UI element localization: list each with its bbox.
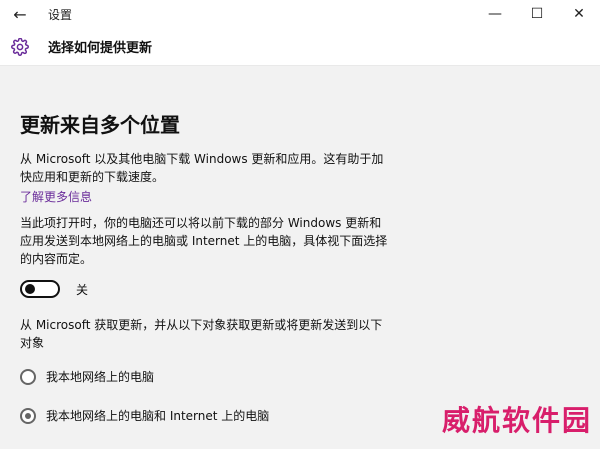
window-title: 设置 <box>48 7 73 22</box>
minimize-icon: — <box>488 6 502 22</box>
close-button[interactable]: ✕ <box>558 0 600 28</box>
radio-internet-label: 我本地网络上的电脑和 Internet 上的电脑 <box>46 409 270 423</box>
toggle-state-label: 关 <box>76 282 89 297</box>
title-bar: ← 设置 — ☐ ✕ <box>0 0 600 28</box>
radio-local-label: 我本地网络上的电脑 <box>46 370 155 384</box>
back-button[interactable]: ← <box>0 0 40 28</box>
window-controls: — ☐ ✕ <box>474 0 600 28</box>
radio-option-internet[interactable]: 我本地网络上的电脑和 Internet 上的电脑 <box>20 407 390 424</box>
gear-icon <box>0 28 40 66</box>
maximize-icon: ☐ <box>530 6 544 22</box>
radio-dot <box>25 412 31 419</box>
close-icon: ✕ <box>573 6 585 22</box>
learn-more-link[interactable]: 了解更多信息 <box>20 188 92 206</box>
back-arrow-icon: ← <box>13 4 27 24</box>
get-updates-text: 从 Microsoft 获取更新，并从以下对象获取更新或将更新发送到以下对象 <box>20 318 383 350</box>
delivery-toggle-row: 关 <box>20 280 390 298</box>
section-heading: 更新来自多个位置 <box>20 113 180 137</box>
maximize-button[interactable]: ☐ <box>516 0 558 28</box>
main-content: 更新来自多个位置 从 Microsoft 以及其他电脑下载 Windows 更新… <box>20 110 390 424</box>
delivery-toggle[interactable] <box>20 280 60 298</box>
radio-internet[interactable] <box>20 407 36 424</box>
minimize-button[interactable]: — <box>474 0 516 28</box>
description-text: 从 Microsoft 以及其他电脑下载 Windows 更新和应用。这有助于加… <box>20 152 384 184</box>
header-title: 选择如何提供更新 <box>48 41 153 56</box>
when-on-text: 当此项打开时，你的电脑还可以将以前下载的部分 Windows 更新和应用发送到本… <box>20 216 388 266</box>
radio-option-local[interactable]: 我本地网络上的电脑 <box>20 368 390 385</box>
toggle-knob <box>25 284 35 294</box>
watermark: 威航软件园 <box>441 404 592 437</box>
radio-local[interactable] <box>20 368 36 385</box>
page-header: 选择如何提供更新 <box>0 28 600 66</box>
